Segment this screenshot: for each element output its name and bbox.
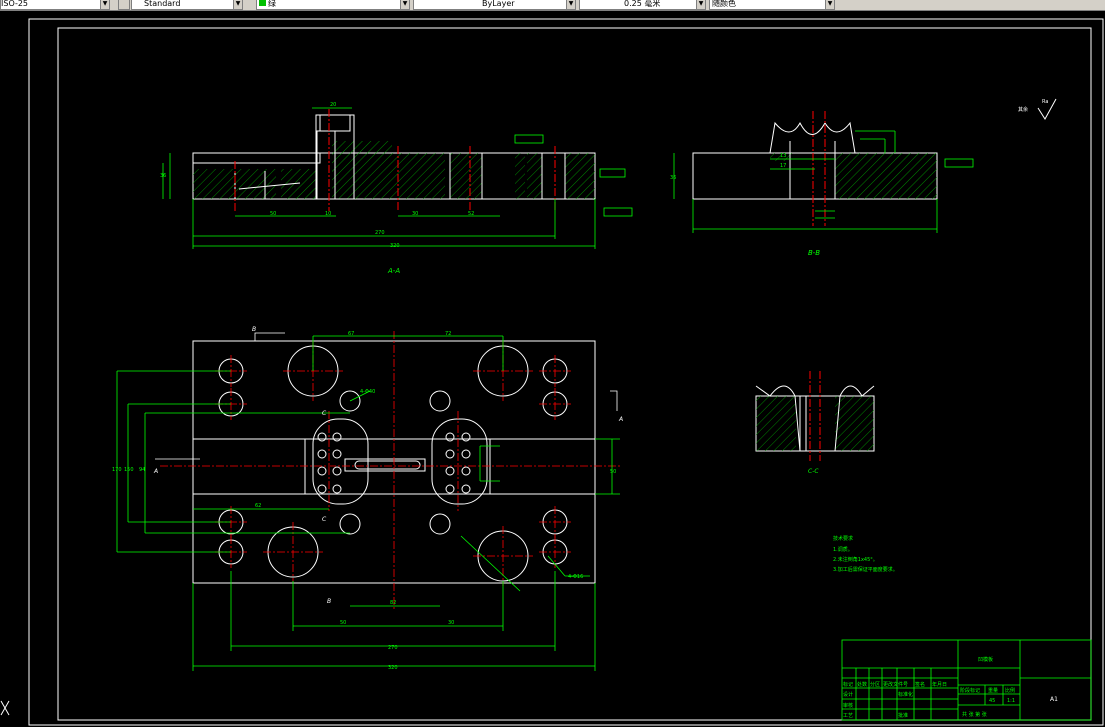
- aa-dim-3: 30: [412, 211, 418, 217]
- plan-dim-2: 30: [448, 620, 454, 626]
- cut-a-right: A: [618, 416, 623, 423]
- notes-line-1: 1.调质。: [833, 546, 853, 553]
- section-cc-view: C-C: [755, 371, 875, 475]
- aa-dim-height: 36: [160, 173, 166, 179]
- hole-note: 4-Φ40: [360, 389, 375, 395]
- layer-value: 绿: [268, 0, 276, 8]
- layer-dropdown[interactable]: 绿 ▼: [256, 0, 410, 10]
- color-swatch-icon: [259, 0, 266, 6]
- cut-a-left: A: [153, 468, 158, 475]
- aa-dim-inner: 270: [375, 230, 385, 236]
- plan-dim-top1: 67: [348, 331, 354, 337]
- part-name: 凹模板: [978, 656, 993, 663]
- chevron-down-icon[interactable]: ▼: [566, 0, 575, 9]
- plan-dim-3: 82: [390, 600, 396, 606]
- roughness-note: 其余: [1018, 106, 1028, 113]
- lineweight-value: 0.25 毫米: [624, 0, 661, 8]
- tb-header-3: 分区: [870, 681, 880, 688]
- plan-dim-1: 50: [340, 620, 346, 626]
- plotstyle-dropdown[interactable]: 随颜色 ▼: [709, 0, 835, 10]
- aa-dim-4: 52: [468, 211, 474, 217]
- title-block: [841, 639, 1092, 721]
- linetype-value: ByLayer: [482, 0, 515, 8]
- section-cc-label: C-C: [808, 468, 819, 475]
- plan-dim-left3: 94: [139, 467, 145, 473]
- plan-dim-top2: 72: [445, 331, 451, 337]
- bb-dim-2: 17: [780, 163, 786, 169]
- tb-header-2: 处数: [857, 681, 867, 688]
- properties-toolbar: ISO-25 ▼ Standard ▼ 绿 ▼ ByLayer ▼ 0.25 毫…: [0, 0, 1105, 11]
- tb-header-5: 签名: [915, 681, 925, 688]
- dim-style-dropdown[interactable]: Standard ▼: [131, 0, 243, 10]
- section-bb-label: B-B: [808, 249, 820, 257]
- tb-weight-label: 重量: [988, 687, 998, 694]
- tb-material: 45: [989, 698, 995, 704]
- text-style-value: ISO-25: [1, 0, 29, 8]
- chevron-down-icon[interactable]: ▼: [696, 0, 705, 9]
- plotstyle-value: 随颜色: [712, 0, 736, 8]
- aa-dim-2: 10: [325, 211, 331, 217]
- hole-note2: 4-Φ16: [568, 574, 583, 580]
- chevron-down-icon[interactable]: ▼: [825, 0, 834, 9]
- chevron-down-icon[interactable]: ▼: [233, 0, 242, 9]
- dim-style-value: Standard: [144, 0, 181, 8]
- bb-dim-1: 13: [780, 153, 786, 159]
- tb-review: 审核: [843, 702, 853, 709]
- tb-scale: 1:1: [1007, 698, 1015, 704]
- plan-dim-left2: 150: [124, 467, 134, 473]
- text-style-dropdown[interactable]: ISO-25 ▼: [0, 0, 110, 10]
- tb-header-6: 年月日: [932, 681, 947, 688]
- tb-scale-label: 比例: [1005, 687, 1015, 694]
- inner-frame: [57, 27, 1092, 721]
- ucs-icon: [0, 700, 10, 716]
- lineweight-dropdown[interactable]: 0.25 毫米 ▼: [579, 0, 706, 10]
- tb-standard: 标准化: [898, 691, 913, 698]
- plan-dim-right: 50: [610, 469, 616, 475]
- section-aa-view: 320 270 50 10 30 52 36 20 A-A: [160, 102, 633, 275]
- plan-dim-overall: 320: [388, 665, 398, 671]
- cut-b-bottom: B: [327, 598, 331, 605]
- plan-dim-left1: 170: [112, 467, 122, 473]
- drawing-canvas[interactable]: 320 270 50 10 30 52 36 20 A-A 36 13 17 B…: [0, 11, 1105, 727]
- section-aa-label: A-A: [387, 267, 400, 275]
- cut-c-bottom: C: [322, 516, 327, 523]
- roughness-value: Ra: [1042, 99, 1048, 105]
- notes-title: 技术要求: [833, 535, 853, 542]
- technical-notes: 技术要求 1.调质。 2.未注倒角1x45°。 3.加工后需保证平面度要求。: [833, 535, 898, 573]
- cut-c-top: C: [322, 410, 327, 417]
- aa-dim-1: 50: [270, 211, 276, 217]
- dimension-style-icon[interactable]: [118, 0, 130, 10]
- tb-sheet: 共 张 第 张: [962, 711, 987, 718]
- chevron-down-icon[interactable]: ▼: [100, 0, 109, 9]
- notes-line-3: 3.加工后需保证平面度要求。: [833, 566, 898, 573]
- cut-b-top: B: [252, 326, 256, 333]
- tb-paper-size: A1: [1050, 696, 1058, 703]
- plan-view: 320 270 67 72 50 30 82 62 170 150 94 50 …: [112, 326, 623, 671]
- aa-dim-overall: 320: [390, 243, 400, 249]
- tb-header-4: 更改文件号: [883, 681, 908, 688]
- plan-dim-4: 62: [255, 503, 261, 509]
- tb-process: 工艺: [843, 713, 853, 719]
- chevron-down-icon[interactable]: ▼: [400, 0, 409, 9]
- aa-dim-top: 20: [330, 102, 336, 108]
- notes-line-2: 2.未注倒角1x45°。: [833, 556, 878, 563]
- outer-frame: [28, 18, 1104, 726]
- bb-dim-width: 36: [670, 175, 676, 181]
- plan-dim-inner: 270: [388, 645, 398, 651]
- tb-approve: 批准: [898, 712, 908, 719]
- tb-header-1: 标记: [843, 681, 853, 688]
- linetype-dropdown[interactable]: ByLayer ▼: [413, 0, 576, 10]
- section-bb-view: 36 13 17 B-B: [670, 111, 974, 257]
- tb-stage-label: 阶段标记: [960, 687, 980, 694]
- tb-design: 设计: [843, 691, 853, 698]
